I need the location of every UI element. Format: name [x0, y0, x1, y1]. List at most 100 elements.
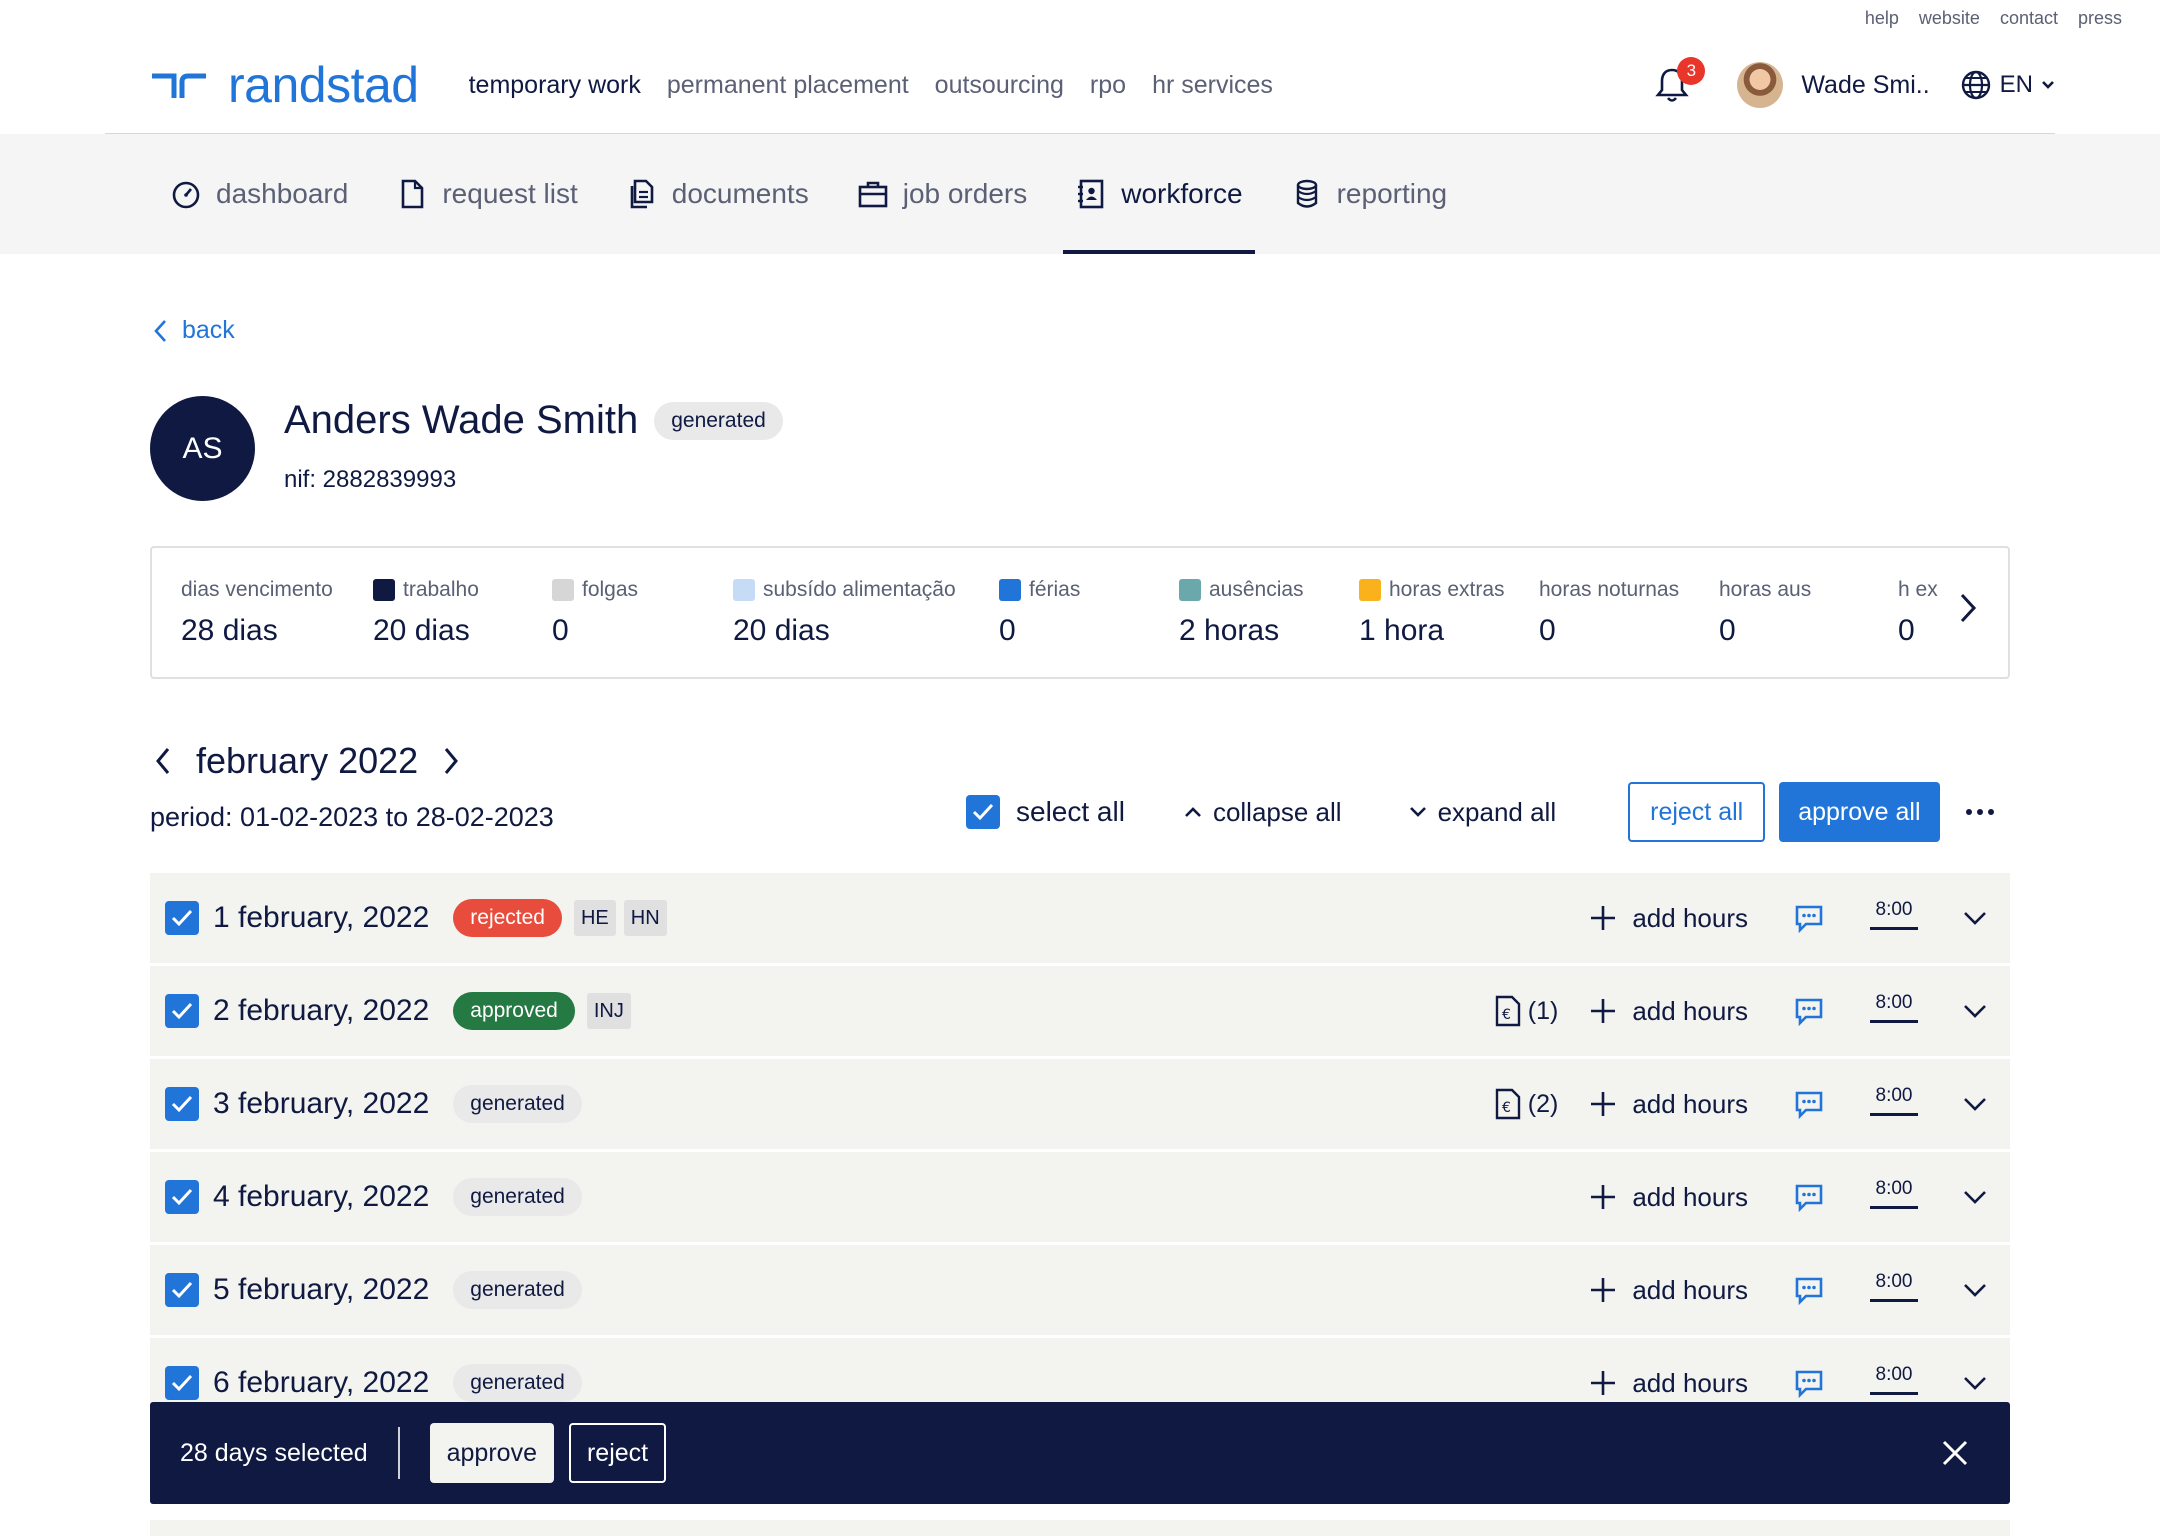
notification-count-badge: 3: [1677, 57, 1706, 85]
nav-temporary-work[interactable]: temporary work: [469, 71, 641, 100]
randstad-logo-mark: [152, 73, 206, 98]
checkbox-checked[interactable]: [966, 795, 1000, 829]
nav-rpo[interactable]: rpo: [1090, 71, 1126, 100]
nav-outsourcing[interactable]: outsourcing: [935, 71, 1064, 100]
tab-label: reporting: [1336, 178, 1448, 209]
comment-icon[interactable]: [1794, 1275, 1824, 1305]
expense-indicator[interactable]: € (1): [1494, 995, 1559, 1027]
summary-label: férias: [1029, 578, 1081, 601]
user-name[interactable]: Wade Smi..: [1801, 71, 1929, 100]
comment-icon[interactable]: [1794, 1368, 1824, 1398]
hours-value[interactable]: 8:00: [1870, 1364, 1918, 1395]
help-link[interactable]: help: [1865, 8, 1899, 29]
summary-horas-noturnas: horas noturnas 0: [1539, 578, 1679, 648]
day-checkbox[interactable]: [165, 1087, 199, 1121]
select-all-checkbox[interactable]: select all: [966, 795, 1125, 829]
nav-permanent-placement[interactable]: permanent placement: [667, 71, 909, 100]
day-checkbox[interactable]: [165, 1273, 199, 1307]
reject-all-button[interactable]: reject all: [1628, 782, 1766, 842]
comment-icon[interactable]: [1794, 903, 1824, 933]
randstad-logo[interactable]: randstad: [150, 56, 419, 114]
website-link[interactable]: website: [1919, 8, 1980, 29]
prev-month-button[interactable]: [154, 746, 172, 776]
contact-link[interactable]: contact: [2000, 8, 2058, 29]
tab-reporting[interactable]: reporting: [1279, 134, 1460, 254]
day-row[interactable]: 5 february, 2022 generated add hours 8:0…: [150, 1245, 2010, 1335]
back-link[interactable]: back: [152, 316, 235, 345]
approve-selected-button[interactable]: approve: [429, 1423, 554, 1483]
comment-icon[interactable]: [1794, 1182, 1824, 1212]
expand-row-chevron-icon[interactable]: [1962, 1282, 1988, 1298]
hours-value[interactable]: 8:00: [1870, 1178, 1918, 1209]
folgas-swatch: [552, 579, 574, 601]
collapse-all-label: collapse all: [1212, 796, 1342, 827]
comment-icon[interactable]: [1794, 996, 1824, 1026]
day-checkbox[interactable]: [165, 994, 199, 1028]
euro-document-icon: €: [1495, 1088, 1520, 1120]
add-hours-button[interactable]: add hours: [1588, 1275, 1748, 1306]
chevron-down-icon: [2042, 81, 2054, 89]
next-month-button[interactable]: [442, 746, 460, 776]
expand-row-chevron-icon[interactable]: [1962, 1096, 1988, 1112]
expand-row-chevron-icon[interactable]: [1962, 1375, 1988, 1391]
more-options-icon[interactable]: [1956, 799, 2004, 825]
add-hours-label: add hours: [1632, 1181, 1748, 1212]
add-hours-button[interactable]: add hours: [1588, 1368, 1748, 1399]
tab-workforce[interactable]: workforce: [1063, 134, 1255, 254]
month-label: february 2022: [196, 740, 419, 781]
approve-all-button[interactable]: approve all: [1779, 782, 1940, 842]
summary-next-button[interactable]: [1958, 592, 1978, 629]
tab-documents[interactable]: documents: [614, 134, 821, 254]
ferias-swatch: [999, 579, 1021, 601]
add-hours-button[interactable]: add hours: [1588, 1182, 1748, 1213]
expand-row-chevron-icon[interactable]: [1962, 1003, 1988, 1019]
checkmark-icon: [171, 909, 193, 927]
plus-icon: [1591, 999, 1616, 1023]
close-icon[interactable]: [1940, 1438, 1970, 1468]
day-tag: HE: [573, 900, 616, 936]
utility-links: help website contact press: [1865, 8, 2122, 29]
tab-request-list[interactable]: request list: [384, 134, 589, 254]
expand-all-button[interactable]: expand all: [1408, 797, 1556, 828]
day-row[interactable]: 1 february, 2022 rejected HE HN add hour…: [150, 873, 2010, 963]
expense-count: (2): [1527, 1089, 1559, 1118]
day-list: 1 february, 2022 rejected HE HN add hour…: [150, 873, 2010, 1431]
collapse-all-button[interactable]: collapse all: [1183, 797, 1342, 828]
expense-indicator[interactable]: € (2): [1494, 1088, 1559, 1120]
hours-value[interactable]: 8:00: [1870, 899, 1918, 930]
hours-value[interactable]: 8:00: [1870, 1271, 1918, 1302]
summary-value: 0: [999, 614, 1016, 647]
tab-label: request list: [442, 178, 578, 209]
day-tag: HN: [623, 900, 667, 936]
comment-icon[interactable]: [1794, 1089, 1824, 1119]
add-hours-button[interactable]: add hours: [1588, 1089, 1748, 1120]
tab-job-orders[interactable]: job orders: [845, 134, 1040, 254]
press-link[interactable]: press: [2078, 8, 2122, 29]
brand-name: randstad: [228, 57, 419, 113]
user-avatar[interactable]: [1737, 62, 1784, 108]
tab-dashboard[interactable]: dashboard: [158, 134, 360, 254]
day-row[interactable]: 3 february, 2022 generated € (2) add hou…: [150, 1059, 2010, 1149]
add-hours-button[interactable]: add hours: [1588, 996, 1748, 1027]
day-checkbox[interactable]: [165, 1366, 199, 1400]
plus-icon: [1591, 1371, 1616, 1395]
notifications-button[interactable]: 3: [1655, 57, 1706, 105]
summary-dias-vencimento: dias vencimento 28 dias: [181, 578, 333, 648]
main-nav: temporary work permanent placement outso…: [469, 71, 1273, 100]
day-checkbox[interactable]: [165, 1180, 199, 1214]
expand-row-chevron-icon[interactable]: [1962, 1189, 1988, 1205]
select-all-label: select all: [1016, 796, 1125, 827]
language-selector[interactable]: EN: [1960, 69, 2055, 101]
reject-selected-button[interactable]: reject: [568, 1423, 667, 1483]
nav-hr-services[interactable]: hr services: [1152, 71, 1273, 100]
expense-count: (1): [1527, 996, 1559, 1025]
day-row[interactable]: 2 february, 2022 approved INJ € (1) add …: [150, 966, 2010, 1056]
expand-row-chevron-icon[interactable]: [1962, 910, 1988, 926]
ausencias-swatch: [1179, 579, 1201, 601]
hours-value[interactable]: 8:00: [1870, 1085, 1918, 1116]
checkmark-icon: [171, 1095, 193, 1113]
add-hours-button[interactable]: add hours: [1588, 903, 1748, 934]
day-row[interactable]: 4 february, 2022 generated add hours 8:0…: [150, 1152, 2010, 1242]
hours-value[interactable]: 8:00: [1870, 992, 1918, 1023]
day-checkbox[interactable]: [165, 901, 199, 935]
